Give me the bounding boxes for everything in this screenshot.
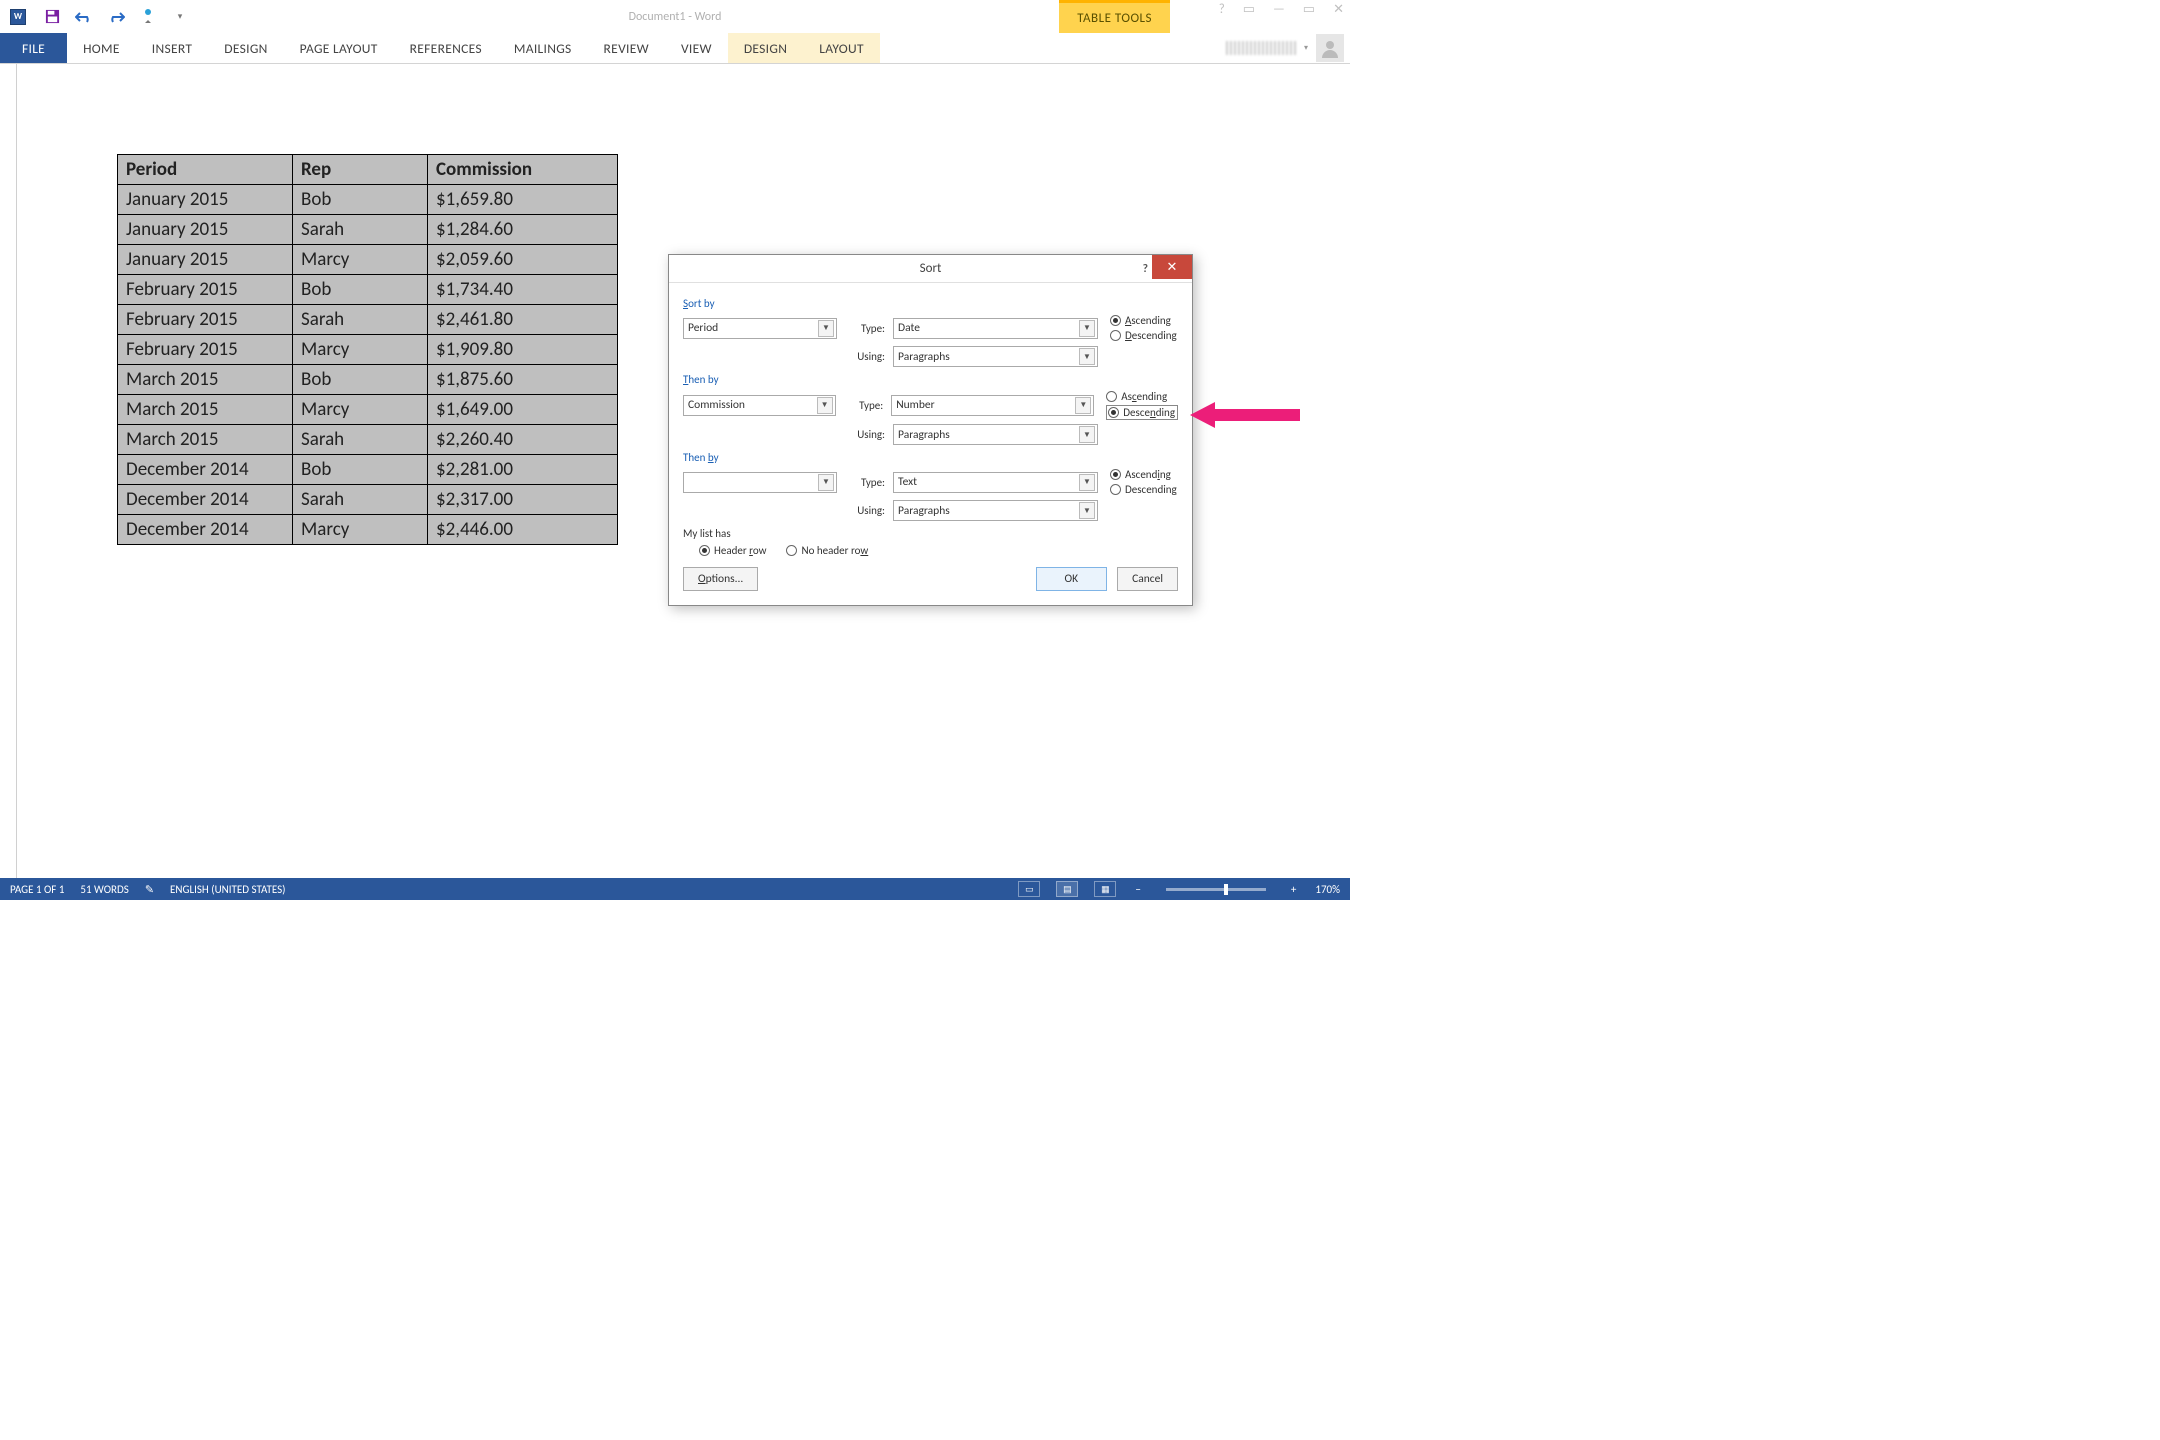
table-row[interactable]: December 2014Marcy$2,446.00 xyxy=(118,515,618,545)
table-row[interactable]: March 2015Marcy$1,649.00 xyxy=(118,395,618,425)
tab-view[interactable]: VIEW xyxy=(665,33,728,63)
print-layout-view-button[interactable]: ▤ xyxy=(1056,881,1078,897)
tab-file[interactable]: FILE xyxy=(0,33,67,63)
sort2-descending-radio[interactable]: Descending xyxy=(1106,405,1178,420)
zoom-out-button[interactable]: − xyxy=(1132,883,1143,896)
avatar[interactable] xyxy=(1316,34,1344,62)
status-bar: PAGE 1 OF 1 51 WORDS ✎ ENGLISH (UNITED S… xyxy=(0,878,1350,900)
status-page[interactable]: PAGE 1 OF 1 xyxy=(10,883,64,896)
chevron-down-icon: ▼ xyxy=(817,397,833,414)
sort2-ascending-radio[interactable]: Ascending xyxy=(1106,390,1178,403)
data-table[interactable]: Period Rep Commission January 2015Bob$1,… xyxy=(117,154,618,545)
save-button[interactable] xyxy=(38,3,66,31)
status-language[interactable]: ENGLISH (UNITED STATES) xyxy=(170,883,285,896)
then-by-2-type-combo[interactable]: Text▼ xyxy=(893,472,1098,493)
title-bar: W ▾ Document1 - Word TABLE TOOLS ? ▭ — ▭… xyxy=(0,0,1350,33)
close-icon[interactable]: ✕ xyxy=(1333,2,1344,17)
dialog-help-icon[interactable]: ? xyxy=(1143,262,1148,276)
table-row[interactable]: December 2014Sarah$2,317.00 xyxy=(118,485,618,515)
undo-button[interactable] xyxy=(70,3,98,31)
tab-insert[interactable]: INSERT xyxy=(136,33,209,63)
chevron-down-icon: ▼ xyxy=(818,474,834,491)
no-header-row-radio[interactable]: No header row xyxy=(786,544,868,557)
tab-table-layout[interactable]: LAYOUT xyxy=(803,33,880,63)
tab-mailings[interactable]: MAILINGS xyxy=(498,33,588,63)
read-mode-view-button[interactable]: ▭ xyxy=(1018,881,1040,897)
qat-customize-icon[interactable]: ▾ xyxy=(166,3,194,31)
proofing-icon[interactable]: ✎ xyxy=(145,883,154,896)
chevron-down-icon: ▼ xyxy=(818,320,834,337)
window-controls: ? ▭ — ▭ ✕ xyxy=(1219,2,1344,17)
then-by-1-type-combo[interactable]: Number▼ xyxy=(891,395,1094,416)
dialog-title: Sort xyxy=(920,261,942,276)
table-tools-context-label: TABLE TOOLS xyxy=(1059,0,1170,33)
sort3-ascending-radio[interactable]: Ascending xyxy=(1110,468,1177,481)
user-area: ▾ xyxy=(1226,33,1350,63)
tab-review[interactable]: REVIEW xyxy=(588,33,665,63)
then-by-2-field-combo[interactable]: ▼ xyxy=(683,472,837,493)
zoom-in-button[interactable]: + xyxy=(1288,883,1299,896)
sort-by-label: Sort by xyxy=(683,297,1178,310)
tab-page-layout[interactable]: PAGE LAYOUT xyxy=(284,33,394,63)
table-row[interactable]: December 2014Bob$2,281.00 xyxy=(118,455,618,485)
sort-dialog: Sort ? ✕ Sort by Period▼ Type: Date▼ Asc… xyxy=(668,254,1193,606)
zoom-level[interactable]: 170% xyxy=(1315,883,1340,896)
table-row[interactable]: February 2015Sarah$2,461.80 xyxy=(118,305,618,335)
chevron-down-icon: ▼ xyxy=(1079,502,1095,519)
tab-home[interactable]: HOME xyxy=(67,33,136,63)
tab-references[interactable]: REFERENCES xyxy=(394,33,498,63)
minimize-icon[interactable]: — xyxy=(1273,2,1285,17)
cancel-button[interactable]: Cancel xyxy=(1117,567,1178,591)
then-by-2-using-combo[interactable]: Paragraphs▼ xyxy=(893,500,1098,521)
ribbon-display-icon[interactable]: ▭ xyxy=(1243,2,1255,17)
sort-by-using-combo[interactable]: Paragraphs▼ xyxy=(893,346,1098,367)
chevron-down-icon: ▼ xyxy=(1079,348,1095,365)
user-menu-arrow[interactable]: ▾ xyxy=(1304,43,1308,53)
sort-by-type-combo[interactable]: Date▼ xyxy=(893,318,1098,339)
web-layout-view-button[interactable]: ▦ xyxy=(1094,881,1116,897)
dialog-titlebar[interactable]: Sort ? ✕ xyxy=(669,255,1192,283)
table-row[interactable]: January 2015Sarah$1,284.60 xyxy=(118,215,618,245)
dialog-close-button[interactable]: ✕ xyxy=(1152,255,1192,279)
user-name-blurred xyxy=(1226,41,1296,55)
help-icon[interactable]: ? xyxy=(1219,2,1225,17)
touch-mode-button[interactable] xyxy=(134,3,162,31)
sort1-ascending-radio[interactable]: Ascending xyxy=(1110,314,1177,327)
table-row[interactable]: January 2015Marcy$2,059.60 xyxy=(118,245,618,275)
redo-button[interactable] xyxy=(102,3,130,31)
status-words[interactable]: 51 WORDS xyxy=(80,883,128,896)
zoom-slider[interactable] xyxy=(1166,888,1266,891)
sort3-descending-radio[interactable]: Descending xyxy=(1110,483,1177,496)
then-by-1-using-combo[interactable]: Paragraphs▼ xyxy=(893,424,1098,445)
chevron-down-icon: ▼ xyxy=(1079,426,1095,443)
chevron-down-icon: ▼ xyxy=(1079,474,1095,491)
sort1-descending-radio[interactable]: Descending xyxy=(1110,329,1177,342)
restore-icon[interactable]: ▭ xyxy=(1303,2,1315,17)
table-row[interactable]: February 2015Bob$1,734.40 xyxy=(118,275,618,305)
col-header-commission[interactable]: Commission xyxy=(428,155,618,185)
col-header-period[interactable]: Period xyxy=(118,155,293,185)
sort-by-field-combo[interactable]: Period▼ xyxy=(683,318,837,339)
options-button[interactable]: Options... xyxy=(683,567,758,591)
table-row[interactable]: March 2015Bob$1,875.60 xyxy=(118,365,618,395)
using-label: Using: xyxy=(845,350,885,363)
then-by-1-field-combo[interactable]: Commission▼ xyxy=(683,395,836,416)
then-by-2-label: Then by xyxy=(683,451,1178,464)
ok-button[interactable]: OK xyxy=(1036,567,1108,591)
ribbon-tabs: FILE HOME INSERT DESIGN PAGE LAYOUT REFE… xyxy=(0,33,1350,64)
table-row[interactable]: March 2015Sarah$2,260.40 xyxy=(118,425,618,455)
word-app-icon: W xyxy=(10,9,26,25)
tab-design[interactable]: DESIGN xyxy=(208,33,283,63)
window-title: Document1 - Word xyxy=(629,10,722,24)
tab-table-design[interactable]: DESIGN xyxy=(728,33,803,63)
chevron-down-icon: ▼ xyxy=(1079,320,1095,337)
then-by-label: Then by xyxy=(683,373,1178,386)
header-row-radio[interactable]: Header row xyxy=(699,544,766,557)
chevron-down-icon: ▼ xyxy=(1075,397,1091,414)
col-header-rep[interactable]: Rep xyxy=(293,155,428,185)
table-row[interactable]: January 2015Bob$1,659.80 xyxy=(118,185,618,215)
table-row[interactable]: February 2015Marcy$1,909.80 xyxy=(118,335,618,365)
type-label: Type: xyxy=(845,322,885,335)
my-list-has-label: My list has xyxy=(683,527,1178,540)
